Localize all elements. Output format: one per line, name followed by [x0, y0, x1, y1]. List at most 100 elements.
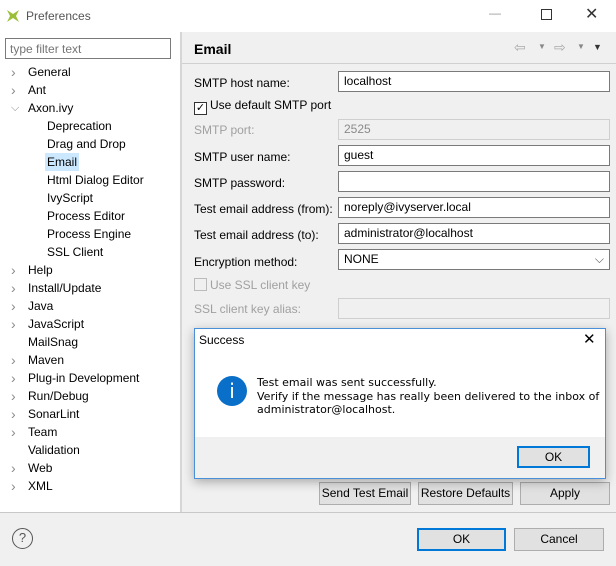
back-icon[interactable]: ⇦ — [514, 39, 526, 56]
tree-item-label: Maven — [28, 353, 65, 367]
user-label: SMTP user name: — [194, 150, 291, 164]
user-input[interactable]: guest — [338, 145, 610, 166]
password-label: SMTP password: — [194, 176, 286, 190]
tree-item-label: Axon.ivy — [28, 101, 74, 115]
tree-item-label: Process Editor — [47, 209, 126, 223]
encryption-label: Encryption method: — [194, 255, 298, 269]
chevron-right-icon[interactable]: › — [11, 387, 16, 405]
message-line: administrator@localhost. — [257, 403, 396, 416]
dialog-title: Success — [199, 333, 245, 347]
window-title: Preferences — [26, 9, 91, 23]
tree-item[interactable]: Html Dialog Editor — [47, 171, 144, 189]
minimize-icon[interactable]: — — [489, 6, 501, 20]
preferences-tree-panel: › General › Ant ⌵ Axon.ivy Deprecation Drag and… — [0, 32, 180, 512]
chevron-right-icon[interactable]: › — [11, 261, 16, 279]
chevron-down-icon[interactable]: ⌵ — [11, 99, 19, 117]
to-input[interactable]: administrator@localhost — [338, 223, 610, 244]
tree-item-label: Team — [28, 425, 58, 439]
view-menu-icon[interactable]: ▼ — [593, 42, 602, 52]
ok-button[interactable]: OK — [417, 528, 506, 551]
chevron-right-icon[interactable]: › — [11, 63, 16, 81]
sash[interactable] — [180, 32, 182, 512]
tree-item[interactable]: › Team — [11, 423, 58, 441]
page-header: Email ⇦ ▼ ⇨ ▼ ▼ — [182, 32, 616, 64]
tree-item-label: Plug-in Development — [28, 371, 140, 385]
chevron-right-icon[interactable]: › — [11, 477, 16, 495]
separator — [0, 512, 616, 513]
chevron-right-icon[interactable]: › — [11, 351, 16, 369]
port-label: SMTP port: — [194, 123, 255, 137]
tree-item[interactable]: › JavaScript — [11, 315, 84, 333]
ssl-key-label: Use SSL client key — [210, 278, 311, 292]
port-input[interactable]: 2525 — [338, 119, 610, 140]
tree-item[interactable]: › Maven — [11, 351, 65, 369]
tree-item[interactable]: › Run/Debug — [11, 387, 89, 405]
tree-item[interactable]: SSL Client — [47, 243, 103, 261]
message-line: Test email was sent successfully. — [257, 376, 437, 389]
checkbox-unchecked-icon — [194, 278, 207, 291]
title-bar: Preferences — ✕ — [0, 0, 616, 32]
help-icon[interactable]: ? — [12, 528, 33, 549]
tree-item[interactable]: › XML — [11, 477, 53, 495]
back-menu-icon[interactable]: ▼ — [538, 42, 546, 51]
tree-item[interactable]: Process Editor — [47, 207, 125, 225]
tree-item-label: Deprecation — [47, 119, 112, 133]
tree-item[interactable]: › Install/Update — [11, 279, 101, 297]
chevron-right-icon[interactable]: › — [11, 297, 16, 315]
restore-defaults-button[interactable]: Restore Defaults — [418, 482, 513, 505]
chevron-right-icon[interactable]: › — [11, 81, 16, 99]
host-label: SMTP host name: — [194, 76, 290, 90]
ssl-key-checkbox[interactable]: Use SSL client key — [194, 278, 310, 292]
tree-item[interactable]: › General — [11, 63, 71, 81]
password-input[interactable] — [338, 171, 610, 192]
tree-item-label: Help — [28, 263, 53, 277]
app-icon — [7, 10, 19, 22]
apply-button[interactable]: Apply — [520, 482, 610, 505]
cancel-button[interactable]: Cancel — [514, 528, 604, 551]
tree-item-label: Email — [47, 155, 78, 169]
tree-item[interactable]: IvyScript — [47, 189, 93, 207]
alias-input[interactable] — [338, 298, 610, 319]
tree-item[interactable]: Drag and Drop — [47, 135, 126, 153]
forward-icon[interactable]: ⇨ — [554, 39, 566, 56]
encryption-select[interactable]: NONE ⌵ — [338, 249, 610, 270]
tree-item-label: Ant — [28, 83, 47, 97]
info-icon: i — [217, 376, 247, 406]
from-input[interactable]: noreply@ivyserver.local — [338, 197, 610, 218]
tree-item[interactable]: MailSnag — [28, 333, 78, 351]
alias-label: SSL client key alias: — [194, 302, 301, 316]
tree-item[interactable]: Email — [45, 153, 80, 171]
from-label: Test email address (from): — [194, 202, 333, 216]
send-test-email-button[interactable]: Send Test Email — [319, 482, 411, 505]
default-port-checkbox[interactable]: ✓ Use default SMTP port — [194, 98, 331, 115]
tree-item-label: Validation — [28, 443, 80, 457]
chevron-right-icon[interactable]: › — [11, 315, 16, 333]
forward-menu-icon[interactable]: ▼ — [577, 42, 585, 51]
tree-item[interactable]: › Java — [11, 297, 53, 315]
tree-item[interactable]: ⌵ Axon.ivy — [11, 99, 74, 117]
chevron-right-icon[interactable]: › — [11, 279, 16, 297]
tree-item-label: SSL Client — [47, 245, 104, 259]
to-label: Test email address (to): — [194, 228, 319, 242]
tree-item[interactable]: Process Engine — [47, 225, 131, 243]
dialog-ok-button[interactable]: OK — [517, 446, 590, 468]
chevron-right-icon[interactable]: › — [11, 405, 16, 423]
tree-item-label: SonarLint — [28, 407, 80, 421]
maximize-icon[interactable] — [541, 9, 552, 20]
chevron-right-icon[interactable]: › — [11, 423, 16, 441]
tree-item[interactable]: Deprecation — [47, 117, 112, 135]
tree-item[interactable]: Validation — [28, 441, 80, 459]
tree-item[interactable]: › Plug-in Development — [11, 369, 140, 387]
filter-input[interactable] — [5, 38, 171, 59]
tree-item-label: Web — [28, 461, 53, 475]
tree-item[interactable]: › Help — [11, 261, 53, 279]
close-icon[interactable]: ✕ — [585, 4, 598, 24]
tree-item[interactable]: › Web — [11, 459, 53, 477]
host-input[interactable]: localhost — [338, 71, 610, 92]
chevron-right-icon[interactable]: › — [11, 369, 16, 387]
chevron-right-icon[interactable]: › — [11, 459, 16, 477]
tree-item[interactable]: › SonarLint — [11, 405, 80, 423]
dialog-close-icon[interactable]: ✕ — [583, 330, 596, 348]
tree-item-label: Html Dialog Editor — [47, 173, 144, 187]
tree-item[interactable]: › Ant — [11, 81, 47, 99]
